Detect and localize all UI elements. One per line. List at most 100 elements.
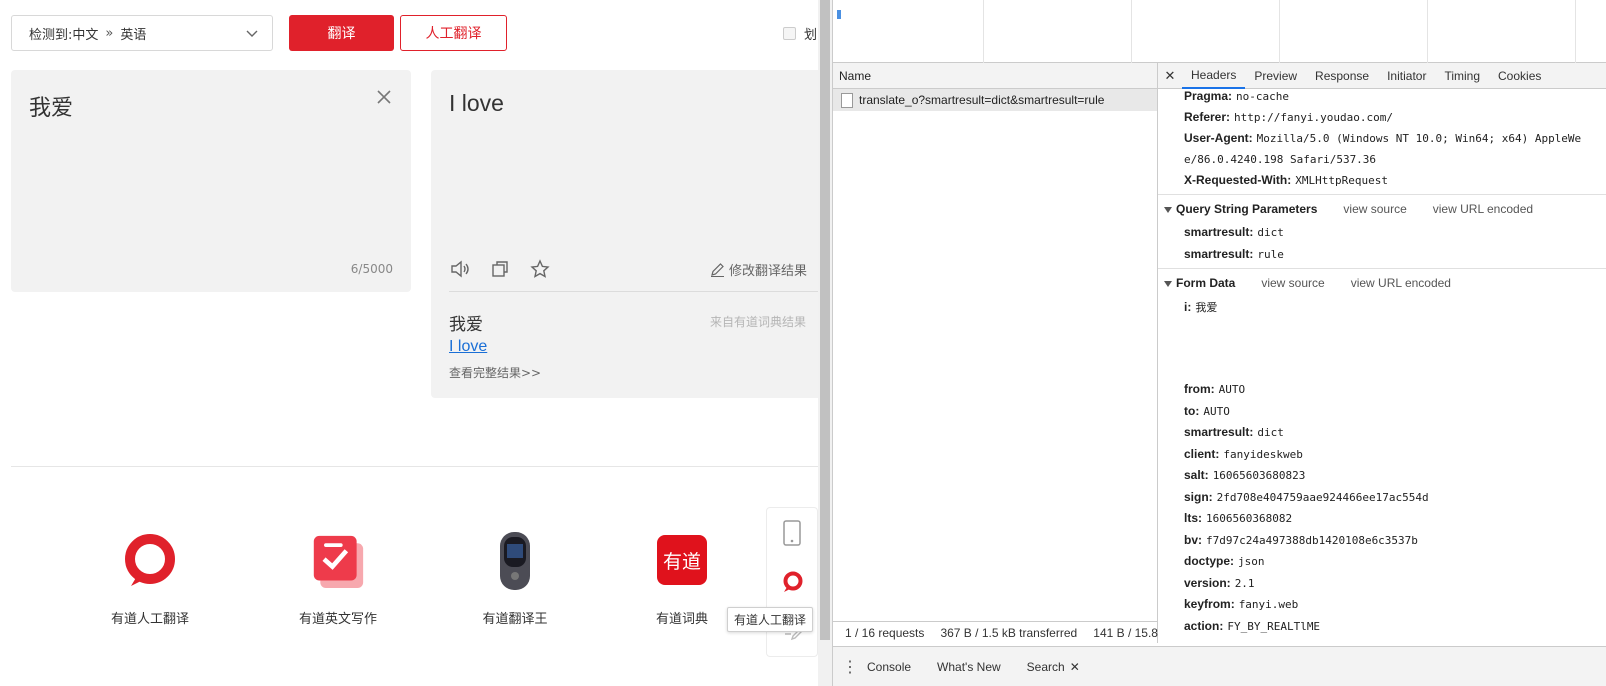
close-icon[interactable]: ✕ [1070,660,1080,674]
tab-timing[interactable]: Timing [1435,63,1489,89]
view-url-encoded-link[interactable]: view URL encoded [1433,202,1533,216]
query-string-section[interactable]: Query String Parameters view source view U… [1164,202,1533,216]
header-key: X-Requested-With: [1184,173,1292,187]
form-data-section[interactable]: Form Data view source view URL encoded [1164,276,1451,290]
request-count: 1 / 16 requests [845,625,925,640]
youdao-human-translate-icon[interactable] [781,570,805,594]
human-translate-button[interactable]: 人工翻译 [400,15,507,51]
product-translator-device[interactable]: 有道翻译王 [435,532,595,627]
dict-result-link[interactable]: I love [449,338,487,356]
form-param-row[interactable]: bv: f7d97c24a497388db1420108e6c3537b [1184,533,1418,547]
param-value: f7d97c24a497388db1420108e6c3537b [1206,533,1418,547]
divider [449,291,831,292]
tab-response[interactable]: Response [1306,63,1378,89]
hua-checkbox-row[interactable]: 划 [783,24,817,43]
form-param-row[interactable]: action: FY_BY_REALTlME [1184,619,1320,633]
form-param-row[interactable]: doctype: json [1184,554,1265,568]
tab-preview[interactable]: Preview [1245,63,1306,89]
detail-tabs: ✕ Headers Preview Response Initiator Tim… [1158,63,1606,89]
param-value: AUTO [1218,383,1246,396]
product-writing[interactable]: 有道英文写作 [258,532,418,627]
youdao-translator-device-icon [500,532,530,590]
source-text[interactable]: 我爱 [29,90,73,122]
header-key: Pragma: [1184,89,1233,103]
youdao-writing-icon [313,535,364,588]
devtools-network-panel: Name translate_o?smartresult=dict&smartr… [832,0,1606,686]
translate-button[interactable]: 翻译 [289,15,394,51]
view-source-link[interactable]: view source [1261,276,1324,290]
product-label: 有道翻译王 [482,612,548,627]
param-value: AUTO [1203,404,1230,418]
from-language: 中文 [72,27,99,43]
header-value: Mozilla/5.0 (Windows NT 10.0; Win64; x64… [1256,132,1582,145]
tab-initiator[interactable]: Initiator [1378,63,1435,89]
to-language: 英语 [120,27,147,43]
param-key: smartresult: [1184,425,1254,439]
form-param-row[interactable]: version: 2.1 [1184,576,1255,590]
page-scrollbar-thumb[interactable] [820,0,830,640]
source-textarea[interactable]: 我爱 6/5000 [11,70,411,292]
drawer-tab-console[interactable]: Console [867,660,911,674]
form-param-row[interactable]: from: AUTO [1184,382,1245,396]
triangle-down-icon [1164,280,1172,287]
param-key: doctype: [1184,554,1235,568]
lang-arrow: » [105,25,114,41]
request-row[interactable]: translate_o?smartresult=dict&smartresult… [833,89,1157,111]
target-panel: I love 修改翻译结果 我爱 来自有道词典结果 I love 查看完整结果>… [431,70,831,398]
document-icon [841,92,853,108]
tab-headers[interactable]: Headers [1182,63,1246,89]
youdao-human-translate-icon [125,534,175,586]
param-key: client: [1184,446,1220,461]
param-key: from: [1184,382,1215,396]
target-text: I love [449,90,504,116]
param-key: keyfrom: [1184,597,1235,611]
param-value: dict [1257,226,1284,239]
param-value: dict [1257,426,1284,439]
param-value: json [1238,555,1265,568]
form-param-row[interactable]: client: fanyideskweb [1184,447,1303,461]
modify-result-button[interactable]: 修改翻译结果 [710,260,807,279]
hua-checkbox[interactable] [783,27,796,40]
drawer-tab-search[interactable]: Search ✕ [1027,660,1080,674]
timeline-gridline [983,0,984,63]
form-param-row[interactable]: to: AUTO [1184,404,1230,418]
form-param-row[interactable]: sign: 2fd708e404759aae924466ee17ac554d [1184,490,1429,504]
header-row[interactable]: Pragma: no-cache [1184,89,1289,103]
param-key: i: [1184,300,1192,314]
query-param-row[interactable]: smartresult: rule [1184,247,1284,261]
language-select[interactable]: 检测到: 中文 » 英语 [11,15,273,51]
tab-cookies[interactable]: Cookies [1489,63,1550,89]
header-value: no-cache [1236,90,1290,103]
param-key: action: [1184,618,1224,633]
form-param-row[interactable]: smartresult: dict [1184,425,1284,439]
query-param-row[interactable]: smartresult: dict [1184,225,1284,239]
view-url-encoded-link[interactable]: view URL encoded [1351,276,1451,290]
clear-icon[interactable] [375,88,393,106]
name-column-header[interactable]: Name [833,63,1157,89]
header-row-continued[interactable]: e/86.0.4240.198 Safari/537.36 [1184,152,1376,166]
header-row[interactable]: User-Agent: Mozilla/5.0 (Windows NT 10.0;… [1184,131,1581,145]
form-param-row[interactable]: i: 我爱 [1184,299,1217,315]
more-menu-icon[interactable]: ⋮ [833,657,867,677]
form-param-row[interactable]: keyfrom: fanyi.web [1184,597,1298,611]
param-key: to: [1184,403,1200,418]
request-name: translate_o?smartresult=dict&smartresult… [859,93,1105,107]
network-timeline[interactable] [833,0,1606,63]
copy-icon[interactable] [489,258,511,280]
timeline-request-bar [837,10,841,19]
param-value: 16065603680823 [1212,469,1306,482]
form-param-row[interactable]: lts: 1606560368082 [1184,511,1292,525]
close-icon[interactable]: ✕ [1158,68,1182,84]
drawer-tab-whats-new[interactable]: What's New [937,660,1001,674]
speaker-icon[interactable] [449,258,471,280]
view-source-link[interactable]: view source [1343,202,1406,216]
header-row[interactable]: X-Requested-With: XMLHttpRequest [1184,173,1388,187]
form-param-row[interactable]: salt: 16065603680823 [1184,468,1305,482]
star-icon[interactable] [529,258,551,280]
timeline-gridline [1575,0,1576,63]
header-row[interactable]: Referer: http://fanyi.youdao.com/ [1184,110,1393,124]
product-human-translate[interactable]: 有道人工翻译 [70,532,230,627]
mobile-phone-icon[interactable] [782,520,802,546]
view-full-results-link[interactable]: 查看完整结果>> [449,364,541,381]
param-value: fanyi.web [1238,598,1299,611]
